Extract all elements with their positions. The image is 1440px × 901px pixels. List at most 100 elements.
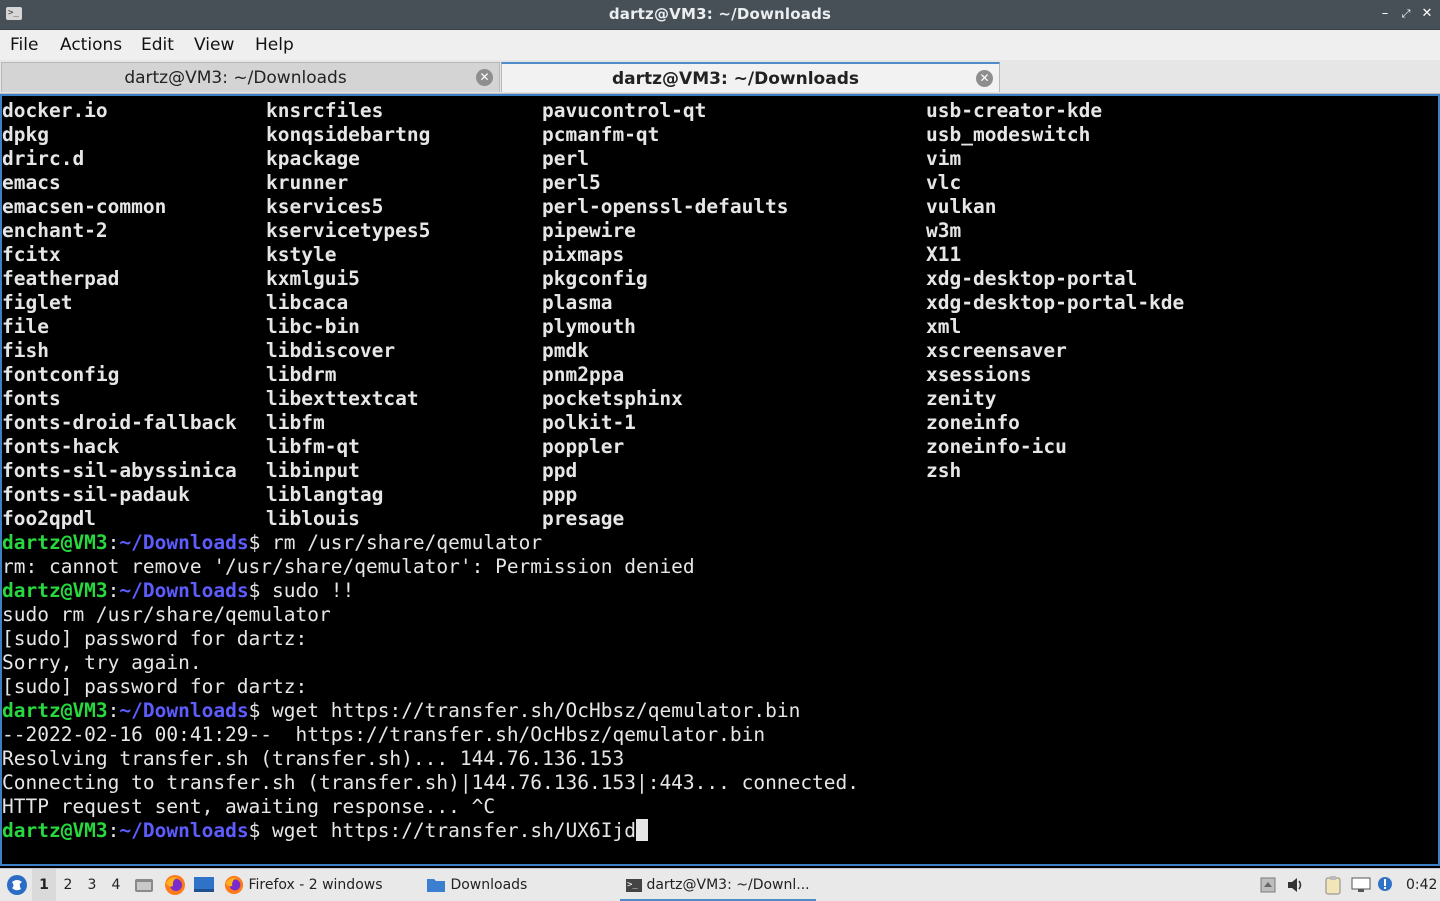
output-text: HTTP request sent, awaiting response... … <box>2 795 496 818</box>
prompt-symbol: $ <box>248 699 261 722</box>
output-line: Sorry, try again. <box>2 651 202 675</box>
directory-entry: pcmanfm-qt <box>542 123 660 146</box>
directory-entry: libexttextcat <box>266 387 419 410</box>
directory-entry: libcaca <box>266 291 349 314</box>
directory-entry: fonts <box>2 387 61 410</box>
directory-entry: emacs <box>2 171 61 194</box>
workspace-2[interactable]: 2 <box>56 869 80 901</box>
clock[interactable]: 0:42 <box>1406 869 1437 901</box>
directory-entry: zoneinfo-icu <box>926 435 1067 458</box>
directory-entry: enchant-2 <box>2 219 108 242</box>
directory-entry: drirc.d <box>2 147 85 170</box>
directory-entry: libinput <box>266 459 360 482</box>
maximize-icon[interactable]: ⤢ <box>1397 4 1415 24</box>
network-icon[interactable] <box>1350 869 1372 901</box>
directory-entry: libfm <box>266 411 325 434</box>
directory-entry: plymouth <box>542 315 636 338</box>
updates-icon[interactable] <box>1259 869 1277 901</box>
file-manager-icon[interactable] <box>134 869 154 901</box>
directory-entry: perl5 <box>542 171 601 194</box>
task-terminal[interactable]: >_ dartz@VM3: ~/Downl... <box>620 869 816 901</box>
firefox-icon[interactable] <box>164 869 186 901</box>
directory-entry: foo2qpdl <box>2 507 96 530</box>
directory-entry: xscreensaver <box>926 339 1067 362</box>
tab-terminal-1[interactable]: dartz@VM3: ~/Downloads ✕ <box>1 62 500 92</box>
task-downloads[interactable]: Downloads <box>426 869 527 901</box>
terminal-output[interactable]: docker.io dpkg drirc.d emacs emacsen-common e… <box>0 94 1440 866</box>
prompt-symbol: $ <box>248 579 261 602</box>
directory-entry: konqsidebartng <box>266 123 431 146</box>
command-text: wget https://transfer.sh/OcHbsz/qemulato… <box>260 699 801 722</box>
directory-entry: X11 <box>926 243 962 266</box>
output-line: Connecting to transfer.sh (transfer.sh)|… <box>2 771 859 795</box>
volume-icon[interactable] <box>1286 869 1306 901</box>
directory-entry: pmdk <box>542 339 589 362</box>
directory-entry: perl-openssl-defaults <box>542 195 789 218</box>
app-menu-icon[interactable] <box>6 869 28 901</box>
menu-view[interactable]: View <box>194 30 234 60</box>
menu-file[interactable]: File <box>10 30 38 60</box>
output-text: Sorry, try again. <box>2 651 202 674</box>
task-label: dartz@VM3: ~/Downl... <box>646 877 810 893</box>
prompt-line: dartz@VM3:~/Downloads$ wget https://tran… <box>2 699 800 723</box>
task-firefox[interactable]: Firefox - 2 windows <box>224 869 383 901</box>
tab-terminal-2[interactable]: dartz@VM3: ~/Downloads ✕ <box>501 62 1000 92</box>
prompt-line: dartz@VM3:~/Downloads$ sudo !! <box>2 579 354 603</box>
directory-entry: fonts-droid-fallback <box>2 411 237 434</box>
directory-entry: presage <box>542 507 625 530</box>
menu-actions[interactable]: Actions <box>60 30 122 60</box>
prompt-separator: : <box>107 531 120 554</box>
directory-entry: pavucontrol-qt <box>542 99 707 122</box>
close-icon[interactable]: ✕ <box>1418 4 1436 24</box>
directory-entry: fontconfig <box>2 363 120 386</box>
menu-bar: File Actions Edit View Help <box>0 30 1440 60</box>
directory-entry: vim <box>926 147 962 170</box>
workspace-3[interactable]: 3 <box>80 869 104 901</box>
command-text: sudo !! <box>260 579 355 602</box>
output-text: Resolving transfer.sh (transfer.sh)... 1… <box>2 747 625 770</box>
directory-entry: docker.io <box>2 99 108 122</box>
prompt-path: ~/Downloads <box>119 699 249 722</box>
minimize-icon[interactable]: – <box>1376 4 1394 24</box>
directory-entry: ppd <box>542 459 578 482</box>
directory-entry: poppler <box>542 435 625 458</box>
directory-entry: featherpad <box>2 267 120 290</box>
directory-entry: kxmlgui5 <box>266 267 360 290</box>
directory-entry: liblangtag <box>266 483 384 506</box>
directory-entry: fonts-sil-padauk <box>2 483 190 506</box>
menu-help[interactable]: Help <box>255 30 294 60</box>
menu-edit[interactable]: Edit <box>141 30 174 60</box>
prompt-separator: : <box>107 579 120 602</box>
prompt-line: dartz@VM3:~/Downloads$ rm /usr/share/qem… <box>2 531 542 555</box>
notification-icon[interactable] <box>1376 869 1394 901</box>
directory-entry: usb_modeswitch <box>926 123 1091 146</box>
directory-entry: w3m <box>926 219 962 242</box>
directory-entry: dpkg <box>2 123 49 146</box>
directory-entry: pipewire <box>542 219 636 242</box>
task-label: Downloads <box>450 877 528 893</box>
workspace-4[interactable]: 4 <box>104 869 128 901</box>
directory-entry: libdiscover <box>266 339 396 362</box>
window-titlebar[interactable]: >_ dartz@VM3: ~/Downloads – ⤢ ✕ <box>0 0 1440 30</box>
directory-entry: zenity <box>926 387 997 410</box>
prompt-user: dartz@VM3 <box>2 819 108 842</box>
desktop-icon[interactable] <box>193 869 215 901</box>
prompt-line: dartz@VM3:~/Downloads$ wget https://tran… <box>2 819 648 843</box>
directory-entry: libfm-qt <box>266 435 360 458</box>
workspace-1[interactable]: 1 <box>32 869 56 901</box>
output-line: --2022-02-16 00:41:29-- https://transfer… <box>2 723 765 747</box>
tab-close-icon[interactable]: ✕ <box>476 69 493 86</box>
clipboard-icon[interactable] <box>1323 869 1343 901</box>
prompt-user: dartz@VM3 <box>2 579 108 602</box>
directory-entry: usb-creator-kde <box>926 99 1103 122</box>
directory-entry: zsh <box>926 459 962 482</box>
directory-entry: kservicetypes5 <box>266 219 431 242</box>
directory-entry: xdg-desktop-portal-kde <box>926 291 1185 314</box>
command-text: rm /usr/share/qemulator <box>260 531 543 554</box>
directory-entry: liblouis <box>266 507 360 530</box>
directory-entry: perl <box>542 147 589 170</box>
tab-close-icon[interactable]: ✕ <box>976 70 993 87</box>
output-text: sudo rm /usr/share/qemulator <box>2 603 331 626</box>
directory-entry: fonts-hack <box>2 435 120 458</box>
prompt-path: ~/Downloads <box>119 819 249 842</box>
